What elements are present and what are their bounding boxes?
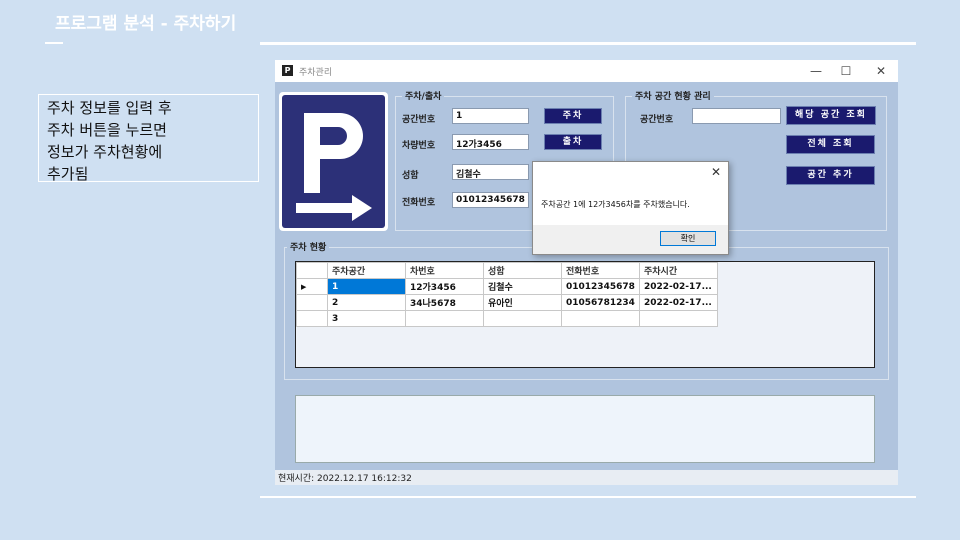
cell[interactable] [561,310,640,327]
message-dialog: ✕ 주차공간 1에 12가3456차를 주차했습니다. 확인 [532,161,729,255]
parking-logo [279,92,388,231]
cell[interactable] [639,310,718,327]
column-header[interactable]: 전화번호 [561,262,640,279]
search-space-button[interactable]: 해당 공간 조회 [786,106,876,125]
divider [260,496,916,498]
table-row[interactable]: ▶ 1 12가3456 김철수 01012345678 2022-02-17..… [296,278,718,295]
ok-button[interactable]: 확인 [660,231,716,246]
cell[interactable]: 김철수 [483,278,562,295]
group-title: 주차/출차 [402,89,445,102]
cell[interactable]: 34나5678 [405,294,484,311]
note-textbox: 주차 정보를 입력 후 주차 버튼을 누르면 정보가 주차현황에 추가됨 [38,94,259,183]
phone-label: 전화번호 [402,198,436,208]
table-row[interactable]: 2 34나5678 유아인 01056781234 2022-02-17... [296,294,718,311]
car-number-label: 차량번호 [402,141,436,151]
cell[interactable]: 2 [327,294,406,311]
row-selector[interactable] [296,294,328,311]
row-selector-icon[interactable]: ▶ [296,278,328,295]
cell[interactable] [405,310,484,327]
cell[interactable]: 2022-02-17... [639,294,718,311]
cell[interactable]: 1 [327,278,406,295]
cell[interactable]: 2022-02-17... [639,278,718,295]
exit-button[interactable]: 출차 [544,134,602,150]
status-bar: 현재시간: 2022.12.17 16:12:32 [275,470,898,485]
space-input[interactable]: 1 [452,108,529,124]
note-line: 추가됨 [47,165,89,183]
car-number-input[interactable]: 12가3456 [452,134,529,150]
cell[interactable]: 01056781234 [561,294,640,311]
cell[interactable]: 01012345678 [561,278,640,295]
title-bar: P 주차관리 — ☐ ✕ [275,60,898,82]
parking-window: P 주차관리 — ☐ ✕ 주차/출차 공간번호 차량번호 성함 전화번호 1 1… [275,60,898,485]
maximize-button[interactable]: ☐ [831,62,861,80]
phone-input[interactable]: 01012345678 [452,192,529,208]
dialog-footer: 확인 [533,225,728,254]
space-label: 공간번호 [402,115,436,125]
cell[interactable]: 12가3456 [405,278,484,295]
parking-table[interactable]: 주차공간 차번호 성함 전화번호 주차시간 ▶ 1 12가3456 김철수 01… [295,261,875,368]
divider [260,42,916,45]
name-input[interactable]: 김철수 [452,164,529,180]
close-button[interactable]: ✕ [866,62,896,80]
cell[interactable]: 3 [327,310,406,327]
column-header[interactable]: 차번호 [405,262,484,279]
name-label: 성함 [402,171,419,181]
minimize-button[interactable]: — [801,62,831,80]
column-header[interactable]: 주차시간 [639,262,718,279]
cell[interactable] [483,310,562,327]
group-title: 주차 공간 현황 관리 [632,89,714,102]
slide-title: 프로그램 분석 - 주차하기 [55,14,237,34]
app-icon: P [282,65,293,76]
table-header: 주차공간 차번호 성함 전화번호 주차시간 [296,262,718,279]
space-label: 공간번호 [640,115,674,125]
dialog-message: 주차공간 1에 12가3456차를 주차했습니다. [541,200,690,209]
window-title: 주차관리 [299,68,333,78]
column-header[interactable]: 주차공간 [327,262,406,279]
note-line: 주차 버튼을 누르면 [47,121,167,139]
current-time: 현재시간: 2022.12.17 16:12:32 [278,474,412,484]
info-box [295,395,875,463]
note-line: 주차 정보를 입력 후 [47,99,172,117]
row-header-corner [296,262,328,279]
table-row[interactable]: 3 [296,310,718,327]
cell[interactable]: 유아인 [483,294,562,311]
row-selector[interactable] [296,310,328,327]
parking-p-icon [296,113,372,221]
add-space-button[interactable]: 공간 추가 [786,166,875,185]
view-all-button[interactable]: 전체 조회 [786,135,875,154]
dialog-close-button[interactable]: ✕ [711,165,721,179]
note-line: 정보가 주차현황에 [47,143,163,161]
park-button[interactable]: 주차 [544,108,602,124]
group-title: 주차 현황 [287,240,330,253]
divider [45,42,63,44]
space-search-input[interactable] [692,108,781,124]
column-header[interactable]: 성함 [483,262,562,279]
